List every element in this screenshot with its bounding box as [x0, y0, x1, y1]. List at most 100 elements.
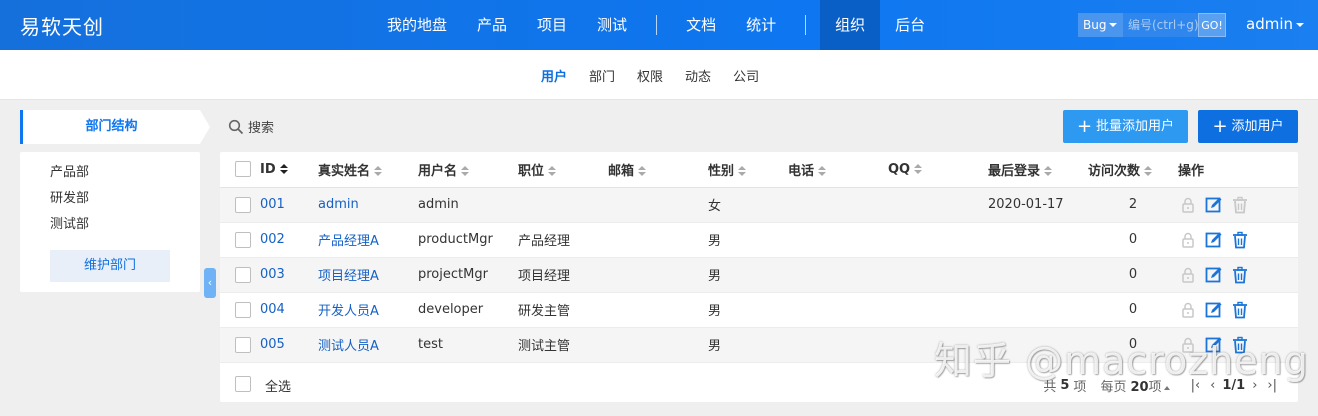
row-checkbox[interactable] — [235, 336, 251, 353]
row-actions — [1178, 195, 1298, 215]
user-realname-link[interactable]: 产品经理A — [318, 234, 379, 249]
user-visits: 0 — [1088, 327, 1178, 363]
search-input[interactable] — [1123, 13, 1198, 37]
col-realname[interactable]: 真实姓名 — [318, 152, 418, 188]
col-label: 职位 — [518, 163, 545, 179]
user-realname-link[interactable]: 项目经理A — [318, 269, 379, 284]
unlock-icon[interactable] — [1178, 195, 1198, 215]
nav-qa[interactable]: 测试 — [582, 0, 642, 50]
user-id-link[interactable]: 001 — [260, 197, 285, 212]
dept-item[interactable]: 研发部 — [50, 190, 89, 216]
user-menu[interactable]: admin — [1246, 15, 1304, 33]
next-page-icon[interactable]: › — [1249, 378, 1260, 393]
dept-structure-tab[interactable]: 部门结构 — [20, 110, 210, 144]
subnav-user[interactable]: 用户 — [530, 66, 578, 85]
row-checkbox[interactable] — [235, 266, 251, 283]
edit-icon[interactable] — [1204, 195, 1224, 215]
row-checkbox[interactable] — [235, 231, 251, 248]
dept-item[interactable]: 产品部 — [50, 164, 89, 190]
table-row: 005 测试人员A test 测试主管 男 0 — [220, 327, 1298, 363]
user-last-login — [988, 327, 1088, 363]
pager-per-page-suffix: 项 — [1148, 380, 1162, 395]
batch-add-label: 批量添加用户 — [1096, 119, 1175, 134]
col-label: 电话 — [788, 163, 815, 179]
user-gender: 男 — [708, 292, 788, 328]
nav-project[interactable]: 项目 — [522, 0, 582, 50]
delete-icon[interactable] — [1230, 335, 1250, 355]
col-account[interactable]: 用户名 — [418, 152, 518, 188]
unlock-icon[interactable] — [1178, 230, 1198, 250]
go-button[interactable]: GO! — [1198, 13, 1226, 37]
search-label: 搜索 — [248, 121, 275, 136]
user-account: projectMgr — [418, 257, 518, 293]
company-logo[interactable]: 易软天创 — [20, 11, 104, 40]
nav-company[interactable]: 组织 — [820, 0, 881, 50]
table-row: 003 项目经理A projectMgr 项目经理 男 0 — [220, 257, 1298, 293]
user-role: 研发主管 — [518, 292, 608, 328]
row-checkbox[interactable] — [235, 301, 251, 318]
nav-product[interactable]: 产品 — [462, 0, 522, 50]
user-visits: 2 — [1088, 187, 1178, 223]
unlock-icon[interactable] — [1178, 265, 1198, 285]
delete-icon[interactable] — [1230, 265, 1250, 285]
delete-icon[interactable] — [1230, 300, 1250, 320]
nav-doc[interactable]: 文档 — [671, 0, 731, 50]
last-page-icon[interactable]: ›| — [1264, 378, 1280, 393]
edit-icon[interactable] — [1204, 335, 1224, 355]
nav-admin[interactable]: 后台 — [880, 0, 940, 50]
maintain-dept-button[interactable]: 维护部门 — [50, 250, 170, 282]
col-qq[interactable]: QQ — [888, 152, 988, 188]
user-id-link[interactable]: 005 — [260, 337, 285, 352]
search-type-select[interactable]: Bug — [1078, 13, 1123, 37]
subnav-company[interactable]: 公司 — [722, 66, 770, 85]
pager-per-page-select[interactable]: 20项 — [1130, 376, 1170, 395]
edit-icon[interactable] — [1204, 230, 1224, 250]
nav-report[interactable]: 统计 — [731, 0, 791, 50]
col-email[interactable]: 邮箱 — [608, 152, 708, 188]
col-role[interactable]: 职位 — [518, 152, 608, 188]
select-all-checkbox[interactable] — [235, 161, 251, 178]
delete-icon[interactable] — [1230, 230, 1250, 250]
user-email — [608, 222, 708, 258]
user-table: ID 真实姓名 用户名 职位 邮箱 性别 电话 QQ 最后登录 访问次数 操作 … — [220, 152, 1298, 363]
user-id-link[interactable]: 003 — [260, 267, 285, 282]
sort-icon — [1044, 165, 1053, 177]
search-toggle[interactable]: 搜索 — [228, 117, 274, 136]
prev-page-icon[interactable]: ‹ — [1207, 378, 1218, 393]
select-all-checkbox[interactable] — [235, 376, 251, 392]
batch-add-user-button[interactable]: + 批量添加用户 — [1063, 110, 1188, 143]
subnav-dept[interactable]: 部门 — [578, 66, 626, 85]
dept-item[interactable]: 测试部 — [50, 216, 89, 242]
col-gender[interactable]: 性别 — [708, 152, 788, 188]
user-id-link[interactable]: 004 — [260, 302, 285, 317]
user-id-link[interactable]: 002 — [260, 232, 285, 247]
sidebar-collapse-handle[interactable]: ‹ — [204, 268, 216, 298]
row-actions — [1178, 300, 1298, 320]
col-label: ID — [260, 161, 276, 177]
user-realname-link[interactable]: 测试人员A — [318, 339, 379, 354]
col-last-login[interactable]: 最后登录 — [988, 152, 1088, 188]
first-page-icon[interactable]: |‹ — [1188, 378, 1204, 393]
nav-my[interactable]: 我的地盘 — [372, 0, 462, 50]
unlock-icon[interactable] — [1178, 300, 1198, 320]
user-realname-link[interactable]: admin — [318, 197, 359, 212]
col-phone[interactable]: 电话 — [788, 152, 888, 188]
user-phone — [788, 327, 888, 363]
table-row: 004 开发人员A developer 研发主管 男 0 — [220, 292, 1298, 328]
col-id[interactable]: ID — [260, 152, 318, 188]
user-realname-link[interactable]: 开发人员A — [318, 304, 379, 319]
unlock-icon[interactable] — [1178, 335, 1198, 355]
sort-icon — [638, 165, 647, 177]
subnav-group[interactable]: 权限 — [626, 66, 674, 85]
row-checkbox[interactable] — [235, 196, 251, 213]
user-gender: 女 — [708, 187, 788, 223]
add-user-button[interactable]: + 添加用户 — [1198, 110, 1298, 143]
user-phone — [788, 257, 888, 293]
edit-icon[interactable] — [1204, 300, 1224, 320]
user-role: 测试主管 — [518, 327, 608, 363]
subnav-dynamic[interactable]: 动态 — [674, 66, 722, 85]
edit-icon[interactable] — [1204, 265, 1224, 285]
col-visits[interactable]: 访问次数 — [1088, 152, 1178, 188]
col-label: 用户名 — [418, 163, 458, 179]
chevron-left-icon: ‹ — [207, 276, 213, 289]
